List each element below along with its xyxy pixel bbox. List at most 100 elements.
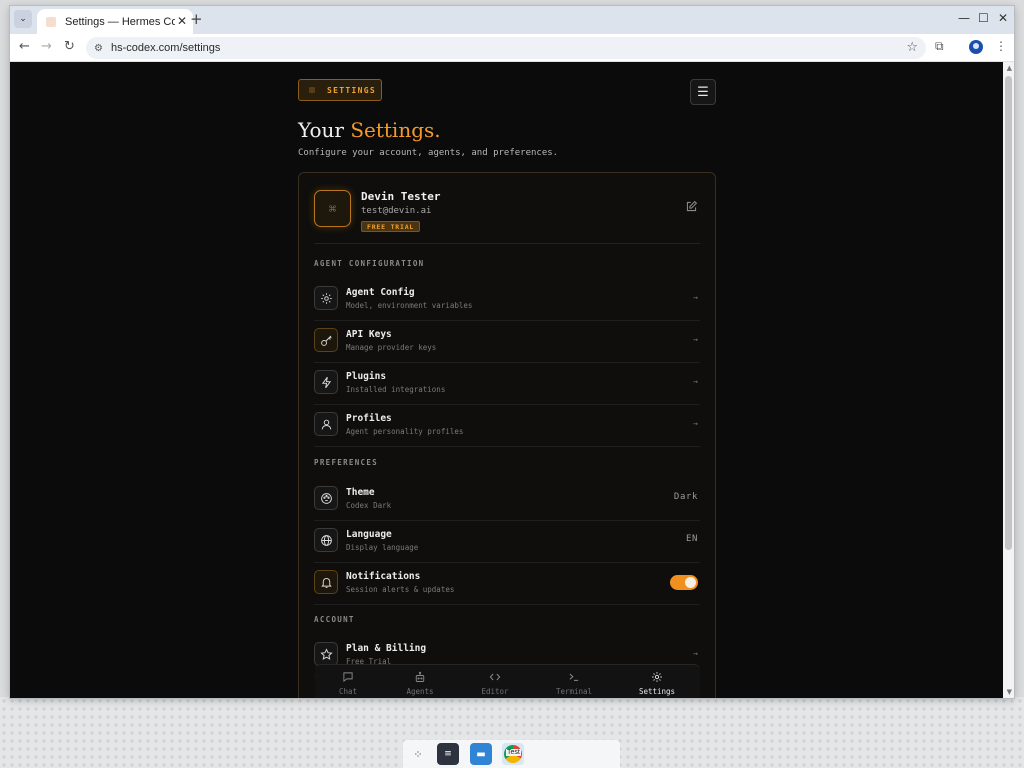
- scrollbar-thumb[interactable]: [1005, 76, 1012, 550]
- row-subtitle: Agent personality profiles: [346, 427, 464, 436]
- row-agent-config[interactable]: Agent Config Model, environment variable…: [314, 279, 700, 321]
- page-subtitle: Configure your account, agents, and pref…: [298, 148, 559, 158]
- key-icon: [314, 328, 338, 352]
- profile-avatar-icon[interactable]: [969, 40, 983, 54]
- arrow-right-icon: →: [693, 335, 698, 344]
- row-title: Theme: [346, 487, 375, 498]
- bell-icon: [314, 570, 338, 594]
- scroll-up-icon[interactable]: ▲: [1007, 64, 1012, 72]
- maximize-button[interactable]: ☐: [978, 11, 989, 25]
- notifications-toggle[interactable]: [670, 575, 698, 590]
- nav-chat[interactable]: Chat: [318, 671, 378, 696]
- tab-title: Settings — Hermes Codex: [65, 15, 175, 28]
- gear-icon: [652, 672, 662, 682]
- tab-strip: ⌄ Settings — Hermes Codex ✕ + — ☐ ✕: [10, 6, 1014, 34]
- row-subtitle: Manage provider keys: [346, 343, 437, 352]
- site-info-icon[interactable]: ⚙: [94, 43, 103, 54]
- reload-button[interactable]: ↻: [64, 39, 75, 54]
- url-text: hs-codex.com/settings: [110, 42, 221, 54]
- row-theme[interactable]: Theme Codex Dark Dark: [314, 479, 700, 521]
- address-bar[interactable]: ⚙ hs-codex.com/settings ☆: [86, 37, 926, 59]
- gear-icon: [314, 286, 338, 310]
- row-subtitle: Installed integrations: [346, 385, 446, 394]
- tab-search-button[interactable]: ⌄: [14, 10, 32, 28]
- star-icon: [314, 642, 338, 666]
- row-subtitle: Session alerts & updates: [346, 585, 455, 594]
- arrow-right-icon: →: [693, 419, 698, 428]
- chat-icon: [343, 672, 353, 683]
- row-title: Profiles: [346, 413, 392, 424]
- code-icon: [489, 673, 501, 681]
- page-viewport: SETTINGS ☰ Your Settings. Configure your…: [10, 62, 1014, 698]
- close-window-button[interactable]: ✕: [998, 11, 1008, 25]
- row-title: Plugins: [346, 371, 387, 382]
- tab-close-icon[interactable]: ✕: [177, 14, 187, 28]
- settings-badge: SETTINGS: [298, 79, 382, 101]
- page-title-accent: Settings.: [350, 118, 441, 142]
- minimize-button[interactable]: —: [958, 11, 970, 25]
- nav-terminal[interactable]: Terminal: [544, 671, 604, 696]
- extensions-icon[interactable]: ⧉: [935, 39, 944, 54]
- favicon-icon: [46, 16, 56, 27]
- browser-toolbar: ← → ↻ ⚙ hs-codex.com/settings ☆ ⧉ ⋮: [10, 34, 1014, 62]
- browser-menu-icon[interactable]: ⋮: [995, 39, 1007, 53]
- back-button[interactable]: ←: [19, 39, 30, 54]
- edit-icon[interactable]: [685, 200, 698, 213]
- row-subtitle: Model, environment variables: [346, 301, 473, 310]
- language-value: EN: [685, 534, 698, 544]
- page-title-main: Your: [298, 118, 351, 142]
- row-api-keys[interactable]: API Keys Manage provider keys →: [314, 321, 700, 363]
- hamburger-menu-button[interactable]: ☰: [690, 79, 716, 105]
- nav-label: Settings: [638, 687, 676, 696]
- row-title: Agent Config: [346, 287, 415, 298]
- chrome-app-icon[interactable]: Test: [502, 743, 524, 765]
- nav-label: Terminal: [555, 687, 593, 696]
- globe-icon: [314, 528, 338, 552]
- user-icon: [314, 412, 338, 436]
- page-title: Your Settings.: [298, 118, 441, 142]
- settings-app-icon[interactable]: ≡: [437, 743, 459, 765]
- arrow-right-icon: →: [693, 649, 698, 658]
- nav-label: Agents: [406, 687, 434, 696]
- row-title: API Keys: [346, 329, 392, 340]
- files-app-icon[interactable]: ▬: [470, 743, 492, 765]
- user-email: test@devin.ai: [361, 206, 432, 216]
- scroll-down-icon[interactable]: ▼: [1007, 688, 1012, 696]
- avatar[interactable]: ⌘: [314, 190, 351, 227]
- taskbar: ⁘ ≡ ▬ Test: [403, 740, 620, 768]
- launcher-icon[interactable]: ⁘: [407, 743, 429, 765]
- bookmark-star-icon[interactable]: ☆: [906, 40, 918, 55]
- palette-icon: [314, 486, 338, 510]
- chrome-profile-badge: Test: [506, 749, 521, 756]
- bolt-icon: [314, 370, 338, 394]
- new-tab-button[interactable]: +: [190, 10, 203, 28]
- user-name: Devin Tester: [361, 190, 441, 203]
- nav-editor[interactable]: Editor: [465, 671, 525, 696]
- nav-settings[interactable]: Settings: [627, 671, 687, 696]
- chrome-logo-icon: Test: [504, 745, 522, 763]
- theme-value: Dark: [673, 492, 698, 502]
- row-profiles[interactable]: Profiles Agent personality profiles →: [314, 405, 700, 447]
- row-plugins[interactable]: Plugins Installed integrations →: [314, 363, 700, 405]
- settings-badge-label: SETTINGS: [327, 85, 376, 95]
- nav-label: Editor: [481, 687, 509, 696]
- nav-label: Chat: [338, 687, 358, 696]
- page-scrollbar[interactable]: ▲ ▼: [1003, 62, 1014, 698]
- profile-section: ⌘ Devin Tester test@devin.ai FREE TRIAL: [314, 188, 700, 244]
- bottom-navigation: Chat Agents Editor Terminal Settings: [315, 664, 700, 698]
- nav-agents[interactable]: Agents: [390, 671, 450, 696]
- settings-card: ⌘ Devin Tester test@devin.ai FREE TRIAL …: [298, 172, 716, 698]
- badge-gear-icon: [309, 87, 315, 93]
- browser-window: ⌄ Settings — Hermes Codex ✕ + — ☐ ✕ ← → …: [10, 6, 1014, 698]
- row-title: Plan & Billing: [346, 643, 427, 654]
- forward-button[interactable]: →: [41, 39, 52, 54]
- browser-tab[interactable]: Settings — Hermes Codex ✕: [37, 9, 193, 34]
- section-account: ACCOUNT: [314, 615, 355, 624]
- arrow-right-icon: →: [693, 377, 698, 386]
- row-notifications: Notifications Session alerts & updates: [314, 563, 700, 605]
- plan-badge: FREE TRIAL: [361, 221, 421, 232]
- row-language[interactable]: Language Display language EN: [314, 521, 700, 563]
- row-title: Notifications: [346, 571, 421, 582]
- row-subtitle: Codex Dark: [346, 501, 392, 510]
- section-agent-configuration: AGENT CONFIGURATION: [314, 259, 425, 268]
